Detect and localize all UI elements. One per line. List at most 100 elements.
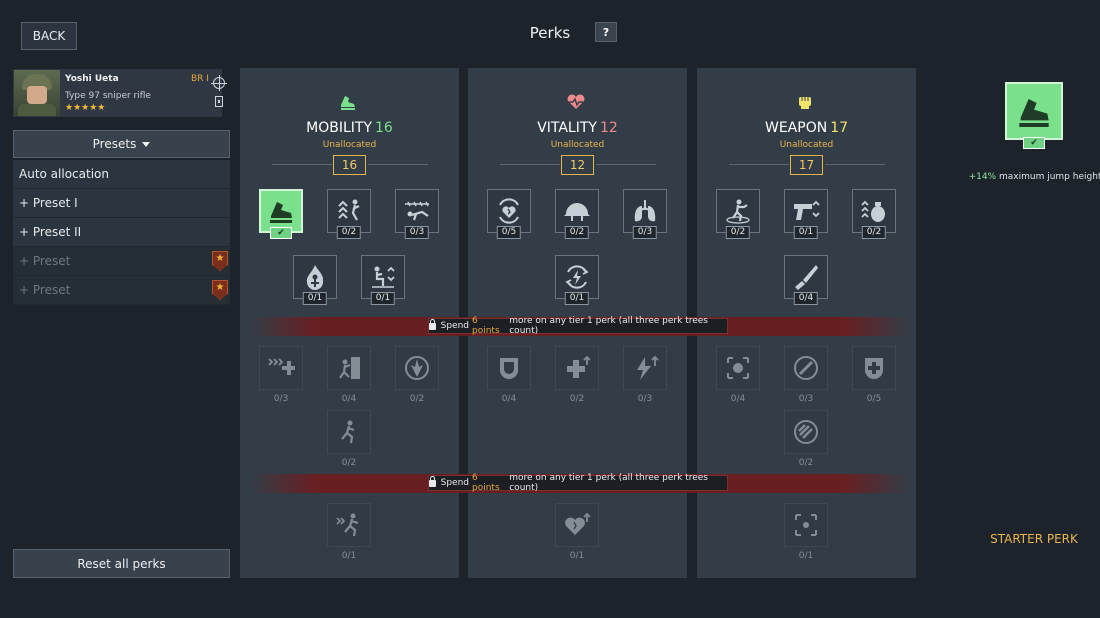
starter-perk-label: STARTER PERK bbox=[990, 532, 1078, 546]
lock-icon bbox=[429, 318, 436, 330]
divider bbox=[825, 164, 885, 165]
perk-level: 0/4 bbox=[730, 394, 746, 404]
unallocated-count: 12 bbox=[561, 155, 594, 175]
perk-vitality-tier3-1[interactable]: 0/1 bbox=[555, 503, 599, 561]
perk-vitality-tier2-1[interactable]: 0/4 bbox=[487, 346, 531, 404]
perk-weapon-tier2-1[interactable]: 0/4 bbox=[716, 346, 760, 404]
ammo-belt-icon bbox=[794, 420, 818, 444]
health-up-icon bbox=[567, 355, 591, 378]
preset-label: Auto allocation bbox=[19, 167, 109, 181]
perk-level: 0/1 bbox=[302, 292, 328, 305]
perk-mobility-5[interactable]: 0/1 bbox=[361, 255, 405, 305]
perk-weapon-1[interactable]: 0/2 bbox=[716, 189, 760, 239]
crosshair-icon bbox=[211, 75, 227, 91]
perk-level: 0/4 bbox=[501, 394, 517, 404]
fist-icon bbox=[795, 94, 815, 110]
perk-mobility-3[interactable]: 0/3 bbox=[395, 189, 439, 239]
divider bbox=[368, 164, 428, 165]
crosshair-focus-icon bbox=[795, 514, 817, 536]
crouch-speed-icon bbox=[372, 266, 395, 288]
sprint-plus-icon bbox=[268, 358, 295, 375]
boot-jump-icon bbox=[1019, 99, 1049, 127]
perk-weapon-4[interactable]: 0/4 bbox=[784, 255, 828, 305]
perk-weapon-tier3-1[interactable]: 0/1 bbox=[784, 503, 828, 561]
perk-vitality-4[interactable]: 0/1 bbox=[555, 255, 599, 305]
stamina-cycle-icon bbox=[565, 265, 589, 289]
premium-lock-icon: ★ bbox=[212, 251, 228, 271]
perk-mobility-tier3-1[interactable]: 0/1 bbox=[327, 503, 371, 561]
climb-wall-icon bbox=[339, 357, 360, 379]
perk-level: 0/3 bbox=[273, 394, 289, 404]
perk-weapon-tier2-4[interactable]: 0/2 bbox=[784, 410, 828, 468]
perk-mobility-4[interactable]: 0/1 bbox=[293, 255, 337, 305]
soldier-name: Yoshi Ueta bbox=[65, 74, 119, 84]
perk-vitality-3[interactable]: 0/3 bbox=[623, 189, 667, 239]
perk-level: 0/2 bbox=[861, 226, 887, 239]
perk-level: 0/4 bbox=[341, 394, 357, 404]
preset-item-preset-1[interactable]: + Preset I bbox=[13, 189, 230, 218]
perk-mobility-tier2-2[interactable]: 0/4 bbox=[327, 346, 371, 404]
perk-level: 0/2 bbox=[564, 226, 590, 239]
lock-icon bbox=[429, 475, 436, 487]
column-title: VITALITY 12 bbox=[537, 120, 618, 136]
preset-item-locked-1[interactable]: + Preset ★ bbox=[13, 247, 230, 276]
unallocated-count: 16 bbox=[333, 155, 366, 175]
preset-label: + Preset I bbox=[19, 196, 78, 210]
presets-dropdown[interactable]: Presets bbox=[13, 130, 230, 158]
knife-icon bbox=[795, 265, 818, 290]
heart-boost-icon bbox=[565, 512, 591, 535]
preset-item-preset-2[interactable]: + Preset II bbox=[13, 218, 230, 247]
selected-check-icon: ✔ bbox=[1023, 137, 1045, 149]
perk-vitality-1[interactable]: 0/5 bbox=[487, 189, 531, 239]
avatar bbox=[14, 70, 60, 116]
perk-vitality-2[interactable]: 0/2 bbox=[555, 189, 599, 239]
perk-weapon-3[interactable]: 0/2 bbox=[852, 189, 896, 239]
caret-down-icon bbox=[142, 141, 151, 147]
tier-3-lock-message: Spend 6 points more on any tier 1 perk (al… bbox=[428, 473, 728, 493]
perk-weapon-tier2-3[interactable]: 0/5 bbox=[852, 346, 896, 404]
perk-level: 0/5 bbox=[866, 394, 882, 404]
page-title: Perks bbox=[529, 24, 571, 42]
perk-level: 0/1 bbox=[569, 551, 585, 561]
column-points: 17 bbox=[830, 120, 849, 136]
grenade-icon bbox=[861, 200, 885, 222]
perk-mobility-tier2-4[interactable]: 0/2 bbox=[327, 410, 371, 468]
unallocated-label: Unallocated bbox=[550, 140, 605, 150]
perk-level: 0/1 bbox=[341, 551, 357, 561]
perk-weapon-tier2-2[interactable]: 0/3 bbox=[784, 346, 828, 404]
perk-vitality-tier2-3[interactable]: 0/3 bbox=[623, 346, 667, 404]
help-button[interactable]: ? bbox=[595, 22, 617, 42]
soldier-side-strip bbox=[222, 69, 230, 117]
premium-lock-icon: ★ bbox=[212, 280, 228, 300]
sprint-dash-icon bbox=[336, 513, 359, 537]
perk-level: 0/1 bbox=[564, 292, 590, 305]
perk-mobility-tier2-1[interactable]: 0/3 bbox=[259, 346, 303, 404]
perk-level: 0/3 bbox=[637, 394, 653, 404]
perk-mobility-2[interactable]: 0/2 bbox=[327, 189, 371, 239]
perk-description: +14% maximum jump height bbox=[968, 172, 1100, 182]
tier-2-lock-message: Spend 6 points more on any tier 1 perk (al… bbox=[428, 316, 728, 336]
preset-item-auto-allocation[interactable]: Auto allocation bbox=[13, 160, 230, 189]
ammo-icon bbox=[215, 96, 223, 107]
perk-level: 0/1 bbox=[370, 292, 396, 305]
perk-jump-height[interactable]: ✔ bbox=[259, 189, 303, 239]
boot-jump-icon bbox=[270, 202, 292, 223]
preset-label: + Preset bbox=[19, 254, 71, 268]
preset-label: + Preset II bbox=[19, 225, 82, 239]
heart-regen-icon bbox=[499, 198, 519, 224]
perk-level: 0/1 bbox=[793, 226, 819, 239]
divider bbox=[500, 164, 560, 165]
medic-shield-icon bbox=[864, 358, 884, 380]
perk-vitality-tier2-2[interactable]: 0/2 bbox=[555, 346, 599, 404]
divider bbox=[272, 164, 332, 165]
lungs-icon bbox=[634, 200, 656, 222]
perk-weapon-2[interactable]: 0/1 bbox=[784, 189, 828, 239]
soldier-rank-stars: ★★★★★ bbox=[65, 103, 106, 113]
perk-level: 0/2 bbox=[569, 394, 585, 404]
reset-all-perks-button[interactable]: Reset all perks bbox=[13, 549, 230, 578]
preset-item-locked-2[interactable]: + Preset ★ bbox=[13, 276, 230, 305]
fire-resist-icon bbox=[306, 265, 324, 290]
column-points: 16 bbox=[375, 120, 393, 136]
perk-mobility-tier2-3[interactable]: 0/2 bbox=[395, 346, 439, 404]
soldier-card[interactable]: Yoshi Ueta Type 97 sniper rifle ★★★★★ BR… bbox=[13, 69, 230, 117]
